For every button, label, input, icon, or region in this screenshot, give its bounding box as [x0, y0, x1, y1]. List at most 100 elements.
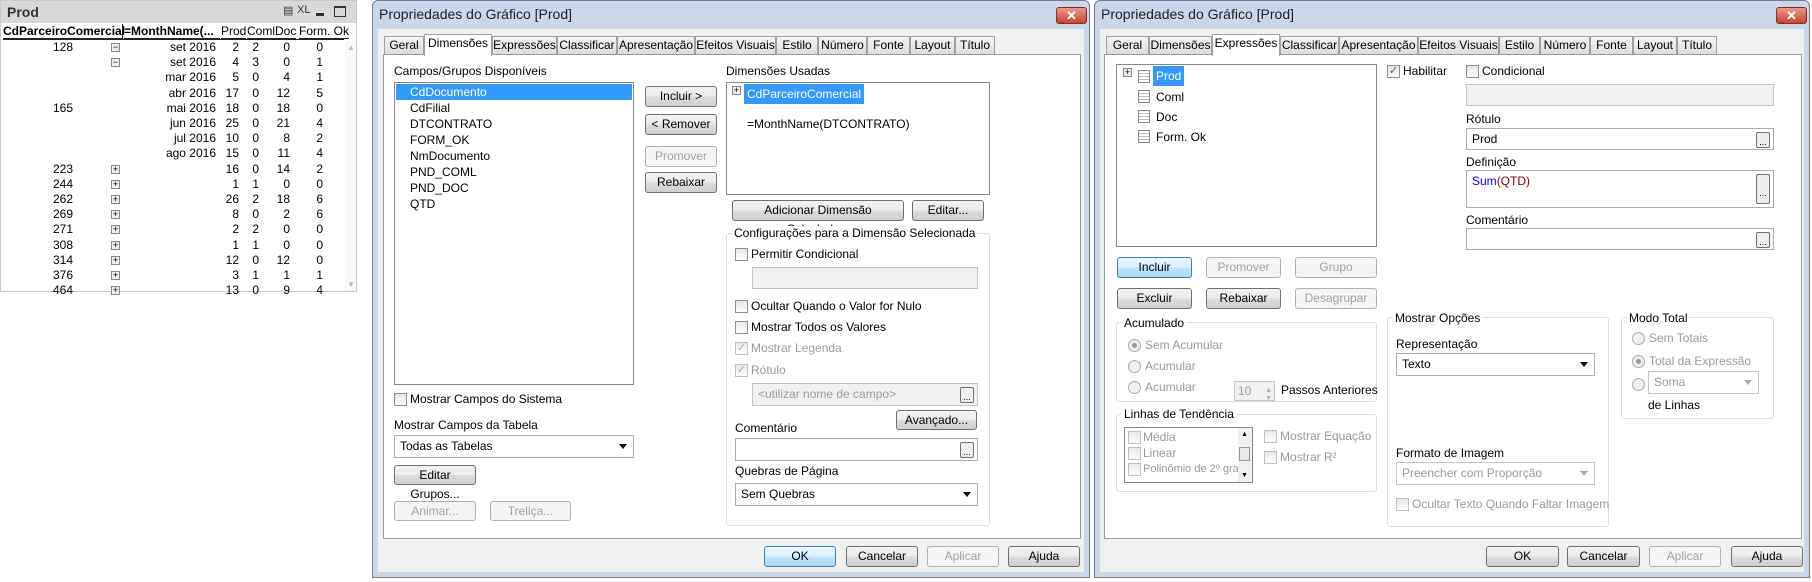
hide-null-checkbox[interactable] [735, 300, 748, 313]
show-equation-checkbox[interactable] [1264, 430, 1277, 443]
edit-groups-button[interactable]: Editar Grupos... [394, 465, 476, 501]
apply-button[interactable]: Aplicar [1649, 546, 1721, 567]
expand-icon[interactable]: + [111, 179, 120, 189]
expand-icon[interactable]: + [732, 86, 741, 95]
demote-button[interactable]: Rebaixar [1206, 288, 1281, 309]
minimize-icon[interactable] [316, 13, 324, 16]
definition-input[interactable]: Sum(QTD) ... [1466, 170, 1774, 208]
tab-efeitos-visuais[interactable]: Efeitos Visuais [695, 36, 776, 55]
tab-numero[interactable]: Número [1540, 36, 1590, 55]
tab-efeitos-visuais[interactable]: Efeitos Visuais [1418, 36, 1499, 55]
remove-button[interactable]: < Remover [645, 114, 717, 135]
demote-button[interactable]: Rebaixar [645, 172, 717, 193]
header-coml[interactable]: Coml [247, 24, 276, 39]
used-dimensions-list[interactable]: + CdParceiroComercial + =MonthName(DTCON… [726, 82, 990, 195]
scroll-up-icon[interactable]: ▲ [347, 43, 355, 52]
field-item[interactable]: FORM_OK [410, 133, 469, 147]
field-item[interactable]: PND_COML [410, 165, 477, 179]
table-row[interactable]: 269 8 0 2 6 + [1, 207, 344, 222]
trend-scrollbar[interactable]: ▲ ▼ [1238, 428, 1252, 482]
scroll-down-icon[interactable]: ▼ [347, 280, 355, 289]
tab-layout[interactable]: Layout [910, 36, 955, 55]
expression-item[interactable]: Coml [1156, 90, 1184, 104]
scroll-thumb[interactable] [1239, 447, 1250, 461]
trend-lines-list[interactable]: Média Linear Polinômio de 2º gra ▲ ▼ [1124, 427, 1253, 483]
expression-total-radio[interactable] [1632, 355, 1645, 368]
header-prod[interactable]: Prod [221, 24, 247, 39]
maximize-icon[interactable] [334, 6, 346, 17]
collapse-icon[interactable]: − [111, 43, 120, 52]
tab-apresentacao[interactable]: Apresentação [1339, 36, 1418, 55]
expand-icon[interactable]: + [111, 225, 120, 235]
scroll-down-icon[interactable]: ▼ [1241, 472, 1248, 479]
comment-input[interactable]: ... [735, 438, 978, 461]
comment-input[interactable]: ... [1466, 228, 1774, 250]
edit-button[interactable]: Editar... [912, 200, 984, 221]
apply-button[interactable]: Aplicar [927, 546, 999, 567]
table-row[interactable]: 223 16 0 14 2 + [1, 162, 344, 177]
dimension-item[interactable]: =MonthName(DTCONTRATO) [747, 117, 910, 131]
tab-expressoes[interactable]: Expressões [492, 36, 557, 55]
tab-estilo[interactable]: Estilo [1499, 36, 1540, 55]
advanced-button[interactable]: Avançado... [896, 410, 977, 430]
expression-item[interactable]: Form. Ok [1156, 130, 1206, 144]
table-row[interactable]: 165 mai 2016 18 0 18 0 [1, 101, 344, 116]
table-row[interactable]: ago 2016 15 0 11 4 [1, 146, 344, 161]
expand-icon[interactable]: + [111, 164, 120, 174]
label-input[interactable]: Prod ... [1466, 128, 1774, 150]
expand-icon[interactable]: + [111, 240, 120, 250]
accumulate-steps-radio[interactable] [1128, 381, 1141, 394]
table-row[interactable]: 376 3 1 1 1 + [1, 268, 344, 283]
ellipsis-button[interactable]: ... [1756, 174, 1770, 204]
allow-conditional-checkbox[interactable] [735, 248, 748, 261]
add-calculated-dimension-button[interactable]: Adicionar Dimensão Calculada... [732, 200, 904, 236]
animate-button[interactable]: Animar... [394, 501, 476, 521]
table-row[interactable]: jun 2016 25 0 21 4 [1, 116, 344, 131]
header-cdparceirocomercial[interactable]: CdParceiroComercial [3, 24, 125, 39]
tab-apresentacao[interactable]: Apresentação [617, 36, 695, 55]
close-button[interactable]: ✕ [1776, 7, 1807, 24]
table-row[interactable]: 308 1 1 0 0 + [1, 238, 344, 253]
sum-of-rows-radio[interactable] [1632, 378, 1645, 391]
accumulate-radio[interactable] [1128, 360, 1141, 373]
collapse-icon[interactable]: − [111, 58, 120, 68]
tab-numero[interactable]: Número [818, 36, 867, 55]
page-breaks-select[interactable]: Sem Quebras [735, 483, 978, 506]
excel-icon[interactable]: XL [297, 4, 310, 16]
expression-item[interactable]: Prod [1153, 66, 1185, 86]
sum-select[interactable]: Soma [1648, 371, 1759, 394]
field-item[interactable]: PND_DOC [410, 181, 469, 195]
expand-icon[interactable]: + [1123, 68, 1132, 77]
conditional-input[interactable] [1466, 84, 1774, 106]
table-row[interactable]: 244 1 1 0 0 + [1, 177, 344, 192]
show-legend-checkbox[interactable]: ✓ [735, 342, 748, 355]
label-checkbox[interactable]: ✓ [735, 364, 748, 377]
group-button[interactable]: Grupo [1295, 257, 1377, 278]
tab-expressoes[interactable]: Expressões [1212, 34, 1280, 56]
expand-icon[interactable]: + [111, 255, 120, 265]
tab-geral[interactable]: Geral [1106, 36, 1149, 55]
vertical-scrollbar[interactable]: ▲ ▼ [345, 41, 356, 291]
tab-fonte[interactable]: Fonte [1590, 36, 1633, 55]
expression-item[interactable]: Doc [1156, 110, 1177, 124]
tab-estilo[interactable]: Estilo [776, 36, 818, 55]
expand-icon[interactable]: + [111, 271, 120, 280]
field-item[interactable]: NmDocumento [410, 149, 490, 163]
table-row[interactable]: 271 2 2 0 0 + [1, 222, 344, 237]
tab-classificar[interactable]: Classificar [557, 36, 617, 55]
tab-titulo[interactable]: Título [955, 36, 995, 55]
help-button[interactable]: Ajuda [1008, 546, 1080, 567]
tab-dimensoes[interactable]: Dimensões [424, 34, 492, 56]
table-row[interactable]: 262 26 2 18 6 + [1, 192, 344, 207]
representation-select[interactable]: Texto [1396, 353, 1595, 376]
trend-checkbox[interactable] [1128, 463, 1141, 476]
show-r2-checkbox[interactable] [1264, 451, 1277, 464]
expand-icon[interactable]: + [111, 286, 120, 296]
ok-button[interactable]: OK [1486, 546, 1559, 567]
header-form-ok[interactable]: Form. Ok [299, 24, 349, 39]
show-all-values-checkbox[interactable] [735, 321, 748, 334]
table-row[interactable]: abr 2016 17 0 12 5 [1, 86, 344, 101]
tab-dimensoes[interactable]: Dimensões [1149, 36, 1212, 55]
promote-button[interactable]: Promover [645, 146, 717, 167]
tab-fonte[interactable]: Fonte [867, 36, 910, 55]
